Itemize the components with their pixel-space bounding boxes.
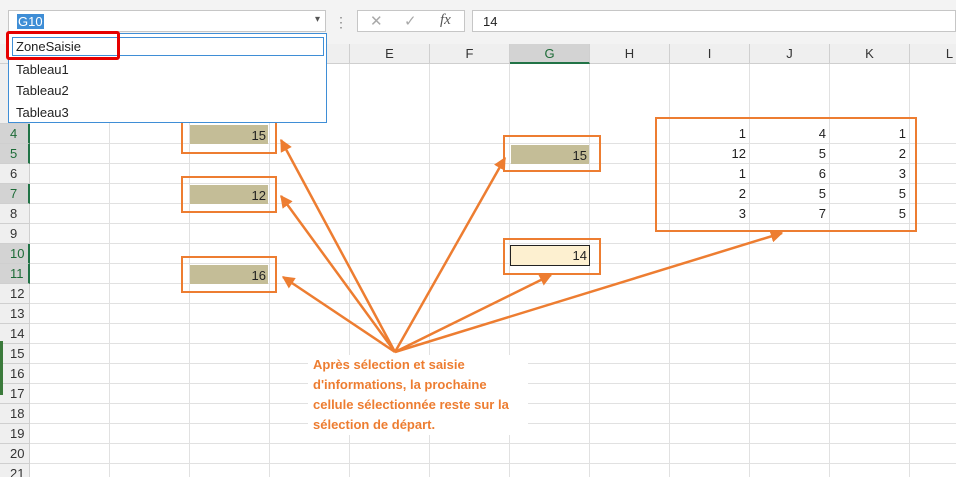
arrow-to-d7 (279, 194, 397, 353)
arrow-to-d11 (281, 275, 396, 354)
dropdown-item-tableau2[interactable]: Tableau2 (16, 83, 69, 98)
callout-box: Après sélection et saisie d'informations… (308, 355, 528, 435)
excel-window: G10 ▾ ⋮ ✕ ✓ fx 14 DEFGHIJKL4567891011121… (0, 0, 956, 477)
arrow-to-d4 (279, 138, 397, 353)
dropdown-item-tableau3[interactable]: Tableau3 (16, 105, 69, 120)
callout-text: Après sélection et saisie d'informations… (313, 357, 509, 432)
highlight-frame-zonesaisie (6, 31, 120, 60)
arrow-to-g10 (394, 273, 553, 354)
dropdown-item-tableau1[interactable]: Tableau1 (16, 62, 69, 77)
sheet-edge-marker (0, 341, 3, 395)
